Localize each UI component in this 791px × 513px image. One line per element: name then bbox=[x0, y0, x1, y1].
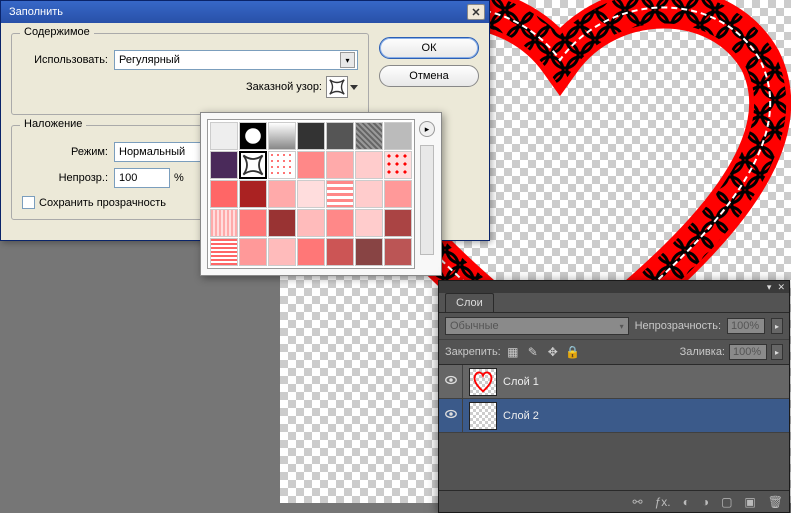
layers-tab[interactable]: Слои bbox=[445, 293, 494, 312]
panel-minimize-icon[interactable]: ▾ bbox=[767, 282, 772, 293]
pattern-swatch[interactable] bbox=[268, 209, 296, 237]
link-layers-icon[interactable]: ⚯ bbox=[633, 495, 643, 509]
pattern-swatch[interactable] bbox=[355, 151, 383, 179]
layer-visibility-toggle[interactable] bbox=[439, 365, 463, 398]
dialog-titlebar[interactable]: Заполнить ✕ bbox=[1, 1, 489, 23]
eye-icon bbox=[444, 407, 458, 424]
content-legend: Содержимое bbox=[20, 26, 94, 38]
layer-row-selected[interactable]: Слой 2 bbox=[439, 399, 789, 433]
layer-row[interactable]: Слой 1 bbox=[439, 365, 789, 399]
panel-footer: ⚯ ƒx. ◐ ◑ ▢ ▣ 🗑 bbox=[439, 490, 789, 512]
pattern-swatch[interactable] bbox=[355, 180, 383, 208]
panel-opacity-label: Непрозрачность: bbox=[635, 320, 721, 332]
pattern-swatch[interactable] bbox=[384, 151, 412, 179]
preserve-transparency-label: Сохранить прозрачность bbox=[39, 197, 166, 209]
lock-pixels-icon[interactable]: ✎ bbox=[525, 344, 541, 360]
pattern-swatch[interactable] bbox=[210, 180, 238, 208]
panel-fill-flyout[interactable]: ▸ bbox=[771, 344, 783, 360]
pattern-swatch[interactable] bbox=[297, 209, 325, 237]
dialog-title: Заполнить bbox=[5, 6, 63, 18]
use-label: Использовать: bbox=[22, 54, 114, 66]
new-layer-icon[interactable]: ▣ bbox=[744, 495, 755, 509]
layer-visibility-toggle[interactable] bbox=[439, 399, 463, 432]
pattern-swatch[interactable] bbox=[326, 209, 354, 237]
pattern-scrollbar[interactable] bbox=[420, 145, 434, 255]
pattern-swatch[interactable] bbox=[297, 180, 325, 208]
opacity-unit: % bbox=[170, 172, 184, 184]
pattern-swatch[interactable] bbox=[210, 238, 238, 266]
pattern-swatch[interactable] bbox=[384, 238, 412, 266]
panel-opacity-flyout[interactable]: ▸ bbox=[771, 318, 783, 334]
pattern-dropdown-icon[interactable] bbox=[350, 85, 358, 90]
use-select[interactable]: Регулярный ▾ bbox=[114, 50, 358, 70]
layer-group-icon[interactable]: ▢ bbox=[721, 495, 732, 509]
panel-header[interactable]: ▾ ✕ bbox=[439, 281, 789, 293]
eye-icon bbox=[444, 373, 458, 390]
cancel-button[interactable]: Отмена bbox=[379, 65, 479, 87]
pattern-swatch[interactable] bbox=[210, 151, 238, 179]
layer-mask-icon[interactable]: ◐ bbox=[683, 495, 690, 509]
pattern-picker-menu-button[interactable]: ▸ bbox=[419, 121, 435, 137]
panel-opacity-input[interactable]: 100% bbox=[727, 318, 765, 334]
pattern-swatch[interactable] bbox=[326, 238, 354, 266]
pattern-swatch[interactable] bbox=[384, 180, 412, 208]
opacity-label: Непрозр.: bbox=[22, 172, 114, 184]
pattern-swatch[interactable] bbox=[239, 209, 267, 237]
pattern-swatch[interactable] bbox=[355, 209, 383, 237]
close-button[interactable]: ✕ bbox=[467, 4, 485, 20]
chevron-down-icon: ▾ bbox=[340, 52, 355, 68]
pattern-swatch[interactable] bbox=[210, 209, 238, 237]
pattern-swatch[interactable] bbox=[239, 238, 267, 266]
blending-legend: Наложение bbox=[20, 118, 86, 130]
pattern-swatch[interactable] bbox=[268, 238, 296, 266]
pattern-chip[interactable] bbox=[326, 76, 348, 98]
lock-position-icon[interactable]: ✥ bbox=[545, 344, 561, 360]
mode-label: Режим: bbox=[22, 146, 114, 158]
pattern-swatch[interactable] bbox=[239, 122, 267, 150]
fill-label: Заливка: bbox=[680, 346, 725, 358]
layer-list: Слой 1 Слой 2 bbox=[439, 365, 789, 433]
pattern-swatch[interactable] bbox=[297, 151, 325, 179]
ok-button[interactable]: ОК bbox=[379, 37, 479, 59]
layers-panel: ▾ ✕ Слои Обычные▾ Непрозрачность: 100% ▸… bbox=[438, 280, 790, 513]
pattern-swatch[interactable] bbox=[297, 238, 325, 266]
panel-close-icon[interactable]: ✕ bbox=[777, 282, 785, 293]
pattern-grid bbox=[207, 119, 415, 269]
pattern-picker-popup: ▸ bbox=[200, 112, 442, 276]
pattern-swatch[interactable] bbox=[326, 180, 354, 208]
preserve-transparency-checkbox[interactable] bbox=[22, 196, 35, 209]
delete-layer-icon[interactable]: 🗑 bbox=[768, 495, 783, 509]
custom-pattern-label: Заказной узор: bbox=[246, 81, 322, 93]
blend-mode-select[interactable]: Обычные▾ bbox=[445, 317, 629, 335]
lock-transparency-icon[interactable]: ▦ bbox=[505, 344, 521, 360]
pattern-swatch-selected[interactable] bbox=[239, 151, 267, 179]
pattern-swatch[interactable] bbox=[297, 122, 325, 150]
pattern-swatch[interactable] bbox=[210, 122, 238, 150]
layer-fx-icon[interactable]: ƒx. bbox=[655, 495, 671, 509]
pattern-swatch[interactable] bbox=[239, 180, 267, 208]
pattern-swatch[interactable] bbox=[268, 151, 296, 179]
content-fieldset: Содержимое Использовать: Регулярный ▾ За… bbox=[11, 33, 369, 115]
opacity-input[interactable]: 100 bbox=[114, 168, 170, 188]
pattern-swatch[interactable] bbox=[326, 122, 354, 150]
pattern-swatch[interactable] bbox=[326, 151, 354, 179]
pattern-swatch[interactable] bbox=[268, 122, 296, 150]
pattern-swatch[interactable] bbox=[268, 180, 296, 208]
pattern-swatch[interactable] bbox=[384, 122, 412, 150]
layer-thumbnail[interactable] bbox=[469, 368, 497, 396]
adjustment-layer-icon[interactable]: ◑ bbox=[702, 495, 709, 509]
pattern-swatch[interactable] bbox=[355, 238, 383, 266]
panel-fill-input[interactable]: 100% bbox=[729, 344, 767, 360]
pattern-swatch[interactable] bbox=[384, 209, 412, 237]
layer-thumbnail[interactable] bbox=[469, 402, 497, 430]
lock-all-icon[interactable]: 🔒 bbox=[565, 344, 581, 360]
layer-name: Слой 1 bbox=[503, 376, 539, 388]
pattern-swatch[interactable] bbox=[355, 122, 383, 150]
layer-name: Слой 2 bbox=[503, 410, 539, 422]
lock-label: Закрепить: bbox=[445, 346, 501, 358]
